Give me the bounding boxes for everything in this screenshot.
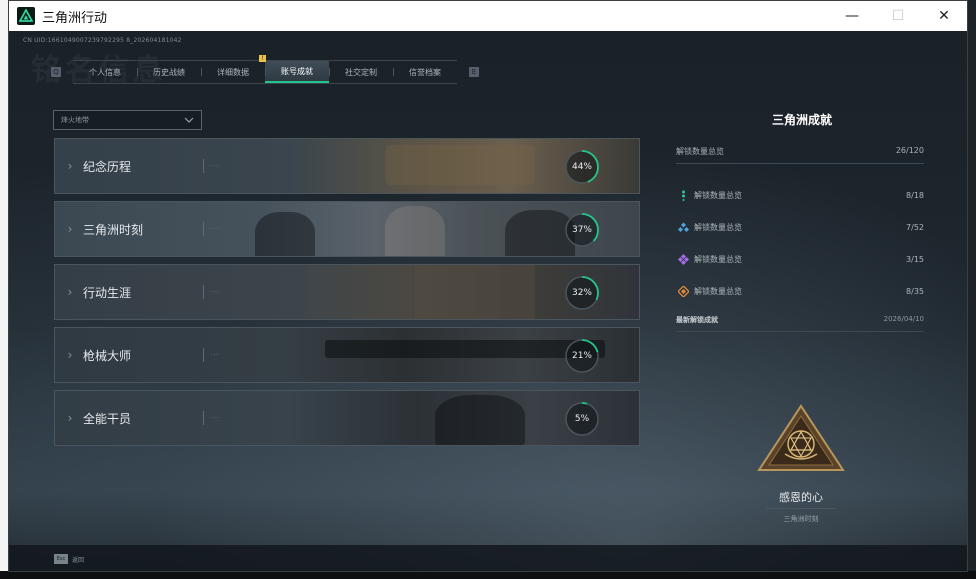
- progress-ring: 32%: [564, 275, 600, 311]
- back-label[interactable]: 返回: [72, 555, 84, 564]
- divider: [203, 285, 204, 299]
- chevron-right-icon: ›: [67, 411, 73, 425]
- category-card-all-round-operator[interactable]: › 全能干员 ··· 5%: [54, 390, 640, 446]
- category-card-delta-moments[interactable]: › 三角洲时刻 ··· 37%: [54, 201, 640, 257]
- category-list: › 纪念历程 ··· 44% › 三角洲时刻 ··· 37% › 行动生涯 ··…: [54, 138, 640, 453]
- tab-notification-badge: !: [259, 55, 266, 62]
- green-dots-icon: [682, 190, 685, 201]
- tab-credit-profile[interactable]: 信誉档案: [393, 61, 457, 83]
- progress-percent: 37%: [571, 225, 592, 235]
- stat-count: 7/52: [906, 222, 924, 232]
- category-card-memorial[interactable]: › 纪念历程 ··· 44%: [54, 138, 640, 194]
- divider: [203, 348, 204, 362]
- tab-account-achievements[interactable]: 账号成就: [265, 61, 329, 83]
- app-logo-icon: [17, 7, 35, 25]
- desktop-background-bottom: [0, 571, 976, 579]
- mode-filter-dropdown[interactable]: 烽火地带: [53, 110, 202, 130]
- stat-label: 解锁数量总览: [694, 286, 742, 296]
- progress-ring: 5%: [564, 401, 600, 437]
- esc-key-hint[interactable]: Esc: [54, 554, 68, 564]
- footer-bar: Esc 返回: [9, 545, 967, 571]
- summary-label: 解锁数量总览: [676, 147, 724, 156]
- progress-percent: 32%: [571, 288, 592, 298]
- tab-bar: Q 个人信息 历史战绩 详细数据 账号成就 社交定制 信誉档案 E !: [51, 55, 479, 84]
- latest-unlock-label: 最新解锁成就: [676, 316, 718, 324]
- app-window: 三角洲行动 — ☐ ✕ 铭名信息 CN UID:1661049007239792…: [8, 0, 968, 572]
- ellipsis-icon: ···: [210, 288, 220, 296]
- ellipsis-icon: ···: [210, 225, 220, 233]
- progress-ring: 44%: [564, 149, 600, 185]
- divider: [203, 159, 204, 173]
- achievement-badge-icon[interactable]: [757, 404, 845, 472]
- uid-label: CN UID:1661049007239792295 8_20260418104…: [23, 37, 182, 44]
- blue-diamonds-icon: [678, 222, 689, 232]
- category-title: 纪念历程: [83, 159, 132, 174]
- minimize-button[interactable]: —: [829, 1, 875, 31]
- latest-unlock-header: 最新解锁成就 2026/04/10: [676, 315, 924, 332]
- latest-achievement-name: 感恩的心: [779, 491, 823, 504]
- tab-social-customization[interactable]: 社交定制: [329, 61, 393, 83]
- summary-count: 26/120: [895, 146, 924, 155]
- tab-next-key[interactable]: E: [469, 67, 479, 77]
- divider: [766, 508, 836, 509]
- stat-row-orange: 解锁数量总览 8/35: [676, 275, 924, 307]
- progress-percent: 44%: [571, 162, 592, 172]
- chevron-right-icon: ›: [67, 348, 73, 362]
- category-title: 行动生涯: [83, 285, 132, 300]
- main-content: 铭名信息 CN UID:1661049007239792295 8_202604…: [9, 31, 967, 571]
- stat-count: 3/15: [906, 254, 924, 264]
- category-title: 三角洲时刻: [83, 222, 144, 237]
- latest-achievement-category: 三角洲时刻: [783, 515, 819, 523]
- progress-percent: 5%: [574, 414, 590, 424]
- stat-label: 解锁数量总览: [694, 222, 742, 232]
- category-title: 全能干员: [83, 411, 132, 426]
- progress-ring: 37%: [564, 212, 600, 248]
- tab-match-history[interactable]: 历史战绩: [137, 61, 201, 83]
- purple-diamonds-icon: [678, 253, 689, 265]
- ellipsis-icon: ···: [210, 162, 220, 170]
- stat-row-purple: 解锁数量总览 3/15: [676, 243, 924, 275]
- divider: [203, 222, 204, 236]
- orange-diamond-icon: [678, 285, 689, 297]
- maximize-button[interactable]: ☐: [875, 1, 921, 31]
- stat-label: 解锁数量总览: [694, 254, 742, 264]
- title-bar[interactable]: 三角洲行动 — ☐ ✕: [9, 1, 967, 31]
- panel-title: 三角洲成就: [771, 113, 832, 127]
- stat-row-green: 解锁数量总览 8/18: [676, 179, 924, 211]
- chevron-right-icon: ›: [67, 159, 73, 173]
- stat-count: 8/18: [906, 190, 924, 200]
- category-title: 枪械大师: [83, 348, 132, 363]
- tab-prev-key[interactable]: Q: [51, 67, 61, 77]
- ellipsis-icon: ···: [210, 351, 220, 359]
- tab-list: 个人信息 历史战绩 详细数据 账号成就 社交定制 信誉档案: [73, 60, 457, 84]
- achievement-summary-panel: 三角洲成就 解锁数量总览 26/120 解锁数量总览 8/18 解锁数量总览 7…: [676, 111, 924, 332]
- chevron-right-icon: ›: [67, 222, 73, 236]
- chevron-down-icon: [184, 117, 194, 123]
- category-card-operation-career[interactable]: › 行动生涯 ··· 32%: [54, 264, 640, 320]
- category-card-weapon-master[interactable]: › 枪械大师 ··· 21%: [54, 327, 640, 383]
- stat-count: 8/35: [906, 286, 924, 296]
- tab-personal-info[interactable]: 个人信息: [73, 61, 137, 83]
- summary-row: 解锁数量总览 26/120: [676, 146, 924, 164]
- desktop-background-right: [968, 0, 976, 579]
- progress-ring: 21%: [564, 338, 600, 374]
- mode-filter-value: 烽火地带: [61, 116, 89, 124]
- tab-detailed-stats[interactable]: 详细数据: [201, 61, 265, 83]
- window-title: 三角洲行动: [42, 10, 108, 26]
- divider: [203, 411, 204, 425]
- progress-percent: 21%: [571, 351, 592, 361]
- stat-label: 解锁数量总览: [694, 190, 742, 200]
- latest-unlock-date: 2026/04/10: [883, 315, 924, 323]
- stat-row-blue: 解锁数量总览 7/52: [676, 211, 924, 243]
- close-button[interactable]: ✕: [921, 1, 967, 31]
- chevron-right-icon: ›: [67, 285, 73, 299]
- ellipsis-icon: ···: [210, 414, 220, 422]
